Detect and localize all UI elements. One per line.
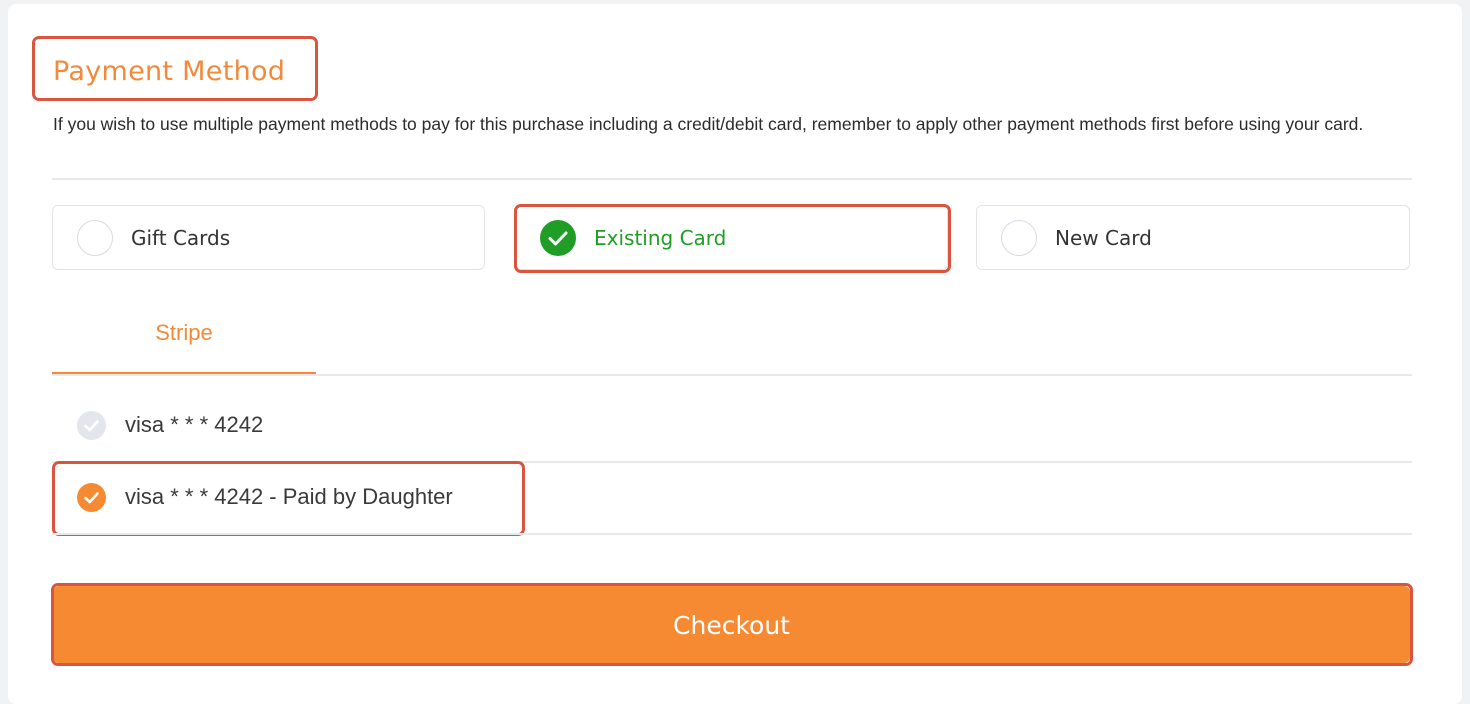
card-list-divider — [52, 533, 1412, 535]
saved-card-label: visa * * * 4242 — [125, 412, 264, 437]
saved-card-row[interactable]: visa * * * 4242 — [52, 396, 1412, 456]
header-divider — [52, 178, 1412, 180]
saved-card-radio[interactable] — [77, 411, 106, 440]
option-new-card[interactable]: New Card — [976, 205, 1410, 270]
gift-cards-radio[interactable] — [77, 220, 113, 256]
tab-stripe[interactable]: Stripe — [52, 312, 316, 372]
check-icon — [84, 420, 99, 432]
payment-description: If you wish to use multiple payment meth… — [53, 114, 1364, 134]
new-card-label: New Card — [1055, 226, 1152, 250]
selected-card-highlight — [52, 461, 525, 536]
gift-cards-label: Gift Cards — [131, 226, 231, 250]
tabs-divider — [52, 374, 1412, 376]
checkout-highlight — [51, 583, 1413, 666]
existing-card-highlight — [514, 204, 951, 273]
option-gift-cards[interactable]: Gift Cards — [52, 205, 485, 270]
tab-stripe-indicator — [52, 372, 316, 374]
page-title: Payment Method — [53, 56, 286, 87]
new-card-radio[interactable] — [1001, 220, 1037, 256]
